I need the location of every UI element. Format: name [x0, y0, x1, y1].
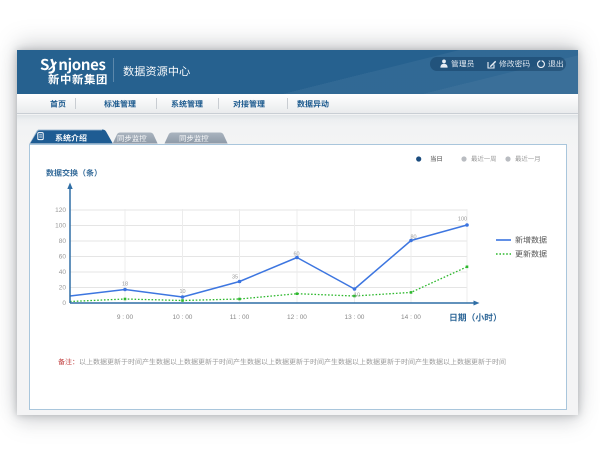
svg-text:60: 60	[59, 254, 67, 261]
svg-text:10: 10	[179, 289, 185, 295]
svg-text:0: 0	[62, 300, 66, 307]
svg-text:9 : 00: 9 : 00	[117, 314, 134, 321]
svg-text:10 : 00: 10 : 00	[173, 314, 193, 321]
svg-text:80: 80	[59, 238, 67, 245]
svg-text:11 : 00: 11 : 00	[230, 314, 250, 321]
svg-text:80: 80	[410, 235, 416, 241]
svg-text:12 : 00: 12 : 00	[287, 314, 307, 321]
svg-text:35: 35	[232, 275, 238, 281]
svg-text:14 : 00: 14 : 00	[401, 314, 421, 321]
svg-text:120: 120	[55, 207, 66, 214]
svg-text:10: 10	[354, 293, 360, 299]
svg-text:13 : 00: 13 : 00	[345, 314, 365, 321]
svg-text:40: 40	[59, 269, 67, 276]
svg-text:20: 20	[59, 285, 67, 292]
svg-text:60: 60	[293, 252, 299, 258]
svg-text:18: 18	[122, 282, 128, 288]
svg-text:100: 100	[55, 223, 66, 230]
svg-text:100: 100	[458, 217, 467, 223]
